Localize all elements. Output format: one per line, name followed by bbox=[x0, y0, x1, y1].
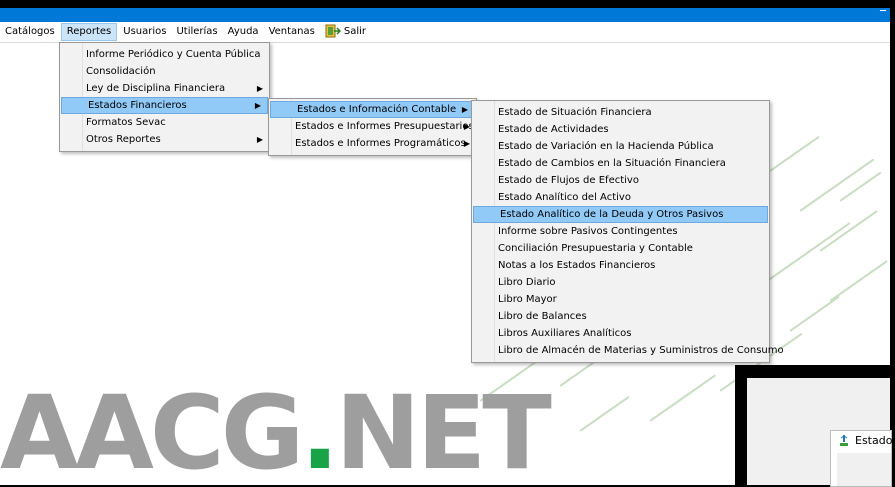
menu-item-informe-periodico[interactable]: Informe Periódico y Cuenta Pública bbox=[60, 46, 269, 63]
menu-item-label: Formatos Sevac bbox=[86, 117, 166, 128]
submenu-arrow-icon: ▶ bbox=[254, 101, 261, 110]
dialog-body bbox=[837, 453, 891, 486]
menu-item-otros-reportes[interactable]: Otros Reportes ▶ bbox=[60, 131, 269, 148]
menu-item-libro-diario[interactable]: Libro Diario bbox=[472, 274, 769, 291]
menu-item-label: Libro de Almacén de Materias y Suministr… bbox=[498, 345, 784, 356]
logo-text-right: NET bbox=[335, 374, 552, 485]
menu-item-label: Estado de Actividades bbox=[498, 124, 609, 135]
menu-item-formatos-sevac[interactable]: Formatos Sevac bbox=[60, 114, 269, 131]
estados-financieros-menu: Estados e Información Contable ▶ Estados … bbox=[268, 98, 477, 156]
menu-item-label: Conciliación Presupuestaria y Contable bbox=[498, 243, 693, 254]
menu-item-libro-balances[interactable]: Libro de Balances bbox=[472, 308, 769, 325]
watermark-stroke bbox=[819, 210, 878, 252]
menu-item-label: Estados Financieros bbox=[88, 100, 187, 111]
menu-utilerias[interactable]: Utilerías bbox=[171, 23, 222, 41]
menu-item-libro-almacen[interactable]: Libro de Almacén de Materias y Suministr… bbox=[472, 342, 784, 359]
menu-item-programaticos[interactable]: Estados e Informes Programáticos ▶ bbox=[269, 135, 476, 152]
menu-salir[interactable]: Salir bbox=[320, 23, 371, 41]
menu-item-label: Libro de Balances bbox=[498, 311, 587, 322]
menu-item-label: Estados e Informes Presupuestarios bbox=[295, 121, 474, 132]
menu-item-cambios-situacion[interactable]: Estado de Cambios en la Situación Financ… bbox=[472, 155, 769, 172]
menu-item-notas[interactable]: Notas a los Estados Financieros bbox=[472, 257, 769, 274]
logo-text-left: AACG bbox=[0, 374, 304, 485]
info-contable-menu: Estado de Situación Financiera Estado de… bbox=[471, 100, 784, 363]
menu-item-libro-mayor[interactable]: Libro Mayor bbox=[472, 291, 769, 308]
watermark-stroke bbox=[789, 295, 840, 332]
dialog-title-bar: Estado bbox=[831, 431, 893, 451]
submenu-arrow-icon: ▶ bbox=[463, 122, 470, 131]
menu-item-label: Ley de Disciplina Financiera bbox=[86, 83, 226, 94]
aacg-logo: AACG.NET bbox=[0, 383, 552, 485]
menu-item-label: Estado Analítico de la Deuda y Otros Pas… bbox=[500, 209, 724, 220]
menu-item-label: Otros Reportes bbox=[86, 134, 161, 145]
menu-item-analitico-deuda[interactable]: Estado Analítico de la Deuda y Otros Pas… bbox=[473, 206, 768, 223]
title-bar bbox=[0, 8, 890, 22]
watermark-stroke bbox=[759, 222, 851, 287]
menu-item-consolidacion[interactable]: Consolidación bbox=[60, 63, 269, 80]
dialog-title: Estado bbox=[855, 434, 893, 447]
submenu-arrow-icon: ▶ bbox=[256, 84, 263, 93]
menu-item-conciliacion[interactable]: Conciliación Presupuestaria y Contable bbox=[472, 240, 769, 257]
menu-usuarios[interactable]: Usuarios bbox=[118, 23, 171, 41]
menu-item-situacion-financiera[interactable]: Estado de Situación Financiera bbox=[472, 104, 769, 121]
menu-item-label: Estado de Variación en la Hacienda Públi… bbox=[498, 141, 714, 152]
minimize-icon[interactable] bbox=[880, 10, 886, 11]
logo-dot: . bbox=[300, 374, 339, 485]
watermark-stroke bbox=[769, 135, 820, 172]
menu-item-info-contable[interactable]: Estados e Información Contable ▶ bbox=[270, 101, 475, 118]
menu-item-actividades[interactable]: Estado de Actividades bbox=[472, 121, 769, 138]
menu-item-estados-financieros[interactable]: Estados Financieros ▶ bbox=[61, 97, 268, 114]
menu-reportes[interactable]: Reportes bbox=[60, 23, 118, 41]
watermark-stroke bbox=[579, 395, 630, 432]
submenu-arrow-icon: ▶ bbox=[463, 139, 470, 148]
menu-item-label: Consolidación bbox=[86, 66, 156, 77]
menu-item-label: Estado de Situación Financiera bbox=[498, 107, 652, 118]
menu-item-analitico-activo[interactable]: Estado Analítico del Activo bbox=[472, 189, 769, 206]
estado-dialog: Estado bbox=[830, 430, 892, 487]
menu-item-label: Informe Periódico y Cuenta Pública bbox=[86, 49, 261, 60]
menu-item-label: Estado de Flujos de Efectivo bbox=[498, 175, 639, 186]
menu-item-ley-disciplina[interactable]: Ley de Disciplina Financiera ▶ bbox=[60, 80, 269, 97]
menu-item-label: Estado Analítico del Activo bbox=[498, 192, 631, 203]
reportes-menu: Informe Periódico y Cuenta Pública Conso… bbox=[59, 42, 270, 152]
menu-item-label: Informe sobre Pasivos Contingentes bbox=[498, 226, 678, 237]
menu-item-pasivos-contingentes[interactable]: Informe sobre Pasivos Contingentes bbox=[472, 223, 769, 240]
menu-ayuda[interactable]: Ayuda bbox=[223, 23, 264, 41]
menu-item-label: Libros Auxiliares Analíticos bbox=[498, 328, 632, 339]
menu-bar: Catálogos Reportes Usuarios Utilerías Ay… bbox=[0, 22, 890, 42]
watermark-stroke bbox=[839, 171, 882, 202]
menu-item-flujos-efectivo[interactable]: Estado de Flujos de Efectivo bbox=[472, 172, 769, 189]
submenu-arrow-icon: ▶ bbox=[461, 105, 468, 114]
menu-item-label: Estados e Información Contable bbox=[297, 104, 457, 115]
submenu-arrow-icon: ▶ bbox=[256, 135, 263, 144]
menu-ventanas[interactable]: Ventanas bbox=[264, 23, 320, 41]
exit-door-icon bbox=[325, 24, 341, 38]
menu-item-presupuestarios[interactable]: Estados e Informes Presupuestarios ▶ bbox=[269, 118, 476, 135]
app-window: Catálogos Reportes Usuarios Utilerías Ay… bbox=[0, 0, 895, 487]
menu-item-label: Estados e Informes Programáticos bbox=[295, 138, 466, 149]
menu-catalogos[interactable]: Catálogos bbox=[0, 23, 60, 41]
menu-item-label: Estado de Cambios en la Situación Financ… bbox=[498, 158, 726, 169]
menu-item-label: Notas a los Estados Financieros bbox=[498, 260, 656, 271]
menu-item-libros-auxiliares[interactable]: Libros Auxiliares Analíticos bbox=[472, 325, 769, 342]
menu-item-variacion-hacienda[interactable]: Estado de Variación en la Hacienda Públi… bbox=[472, 138, 769, 155]
menu-item-label: Libro Diario bbox=[498, 277, 556, 288]
watermark-stroke bbox=[649, 374, 717, 422]
app-icon bbox=[840, 435, 848, 446]
salir-label: Salir bbox=[343, 26, 366, 37]
menu-item-label: Libro Mayor bbox=[498, 294, 557, 305]
